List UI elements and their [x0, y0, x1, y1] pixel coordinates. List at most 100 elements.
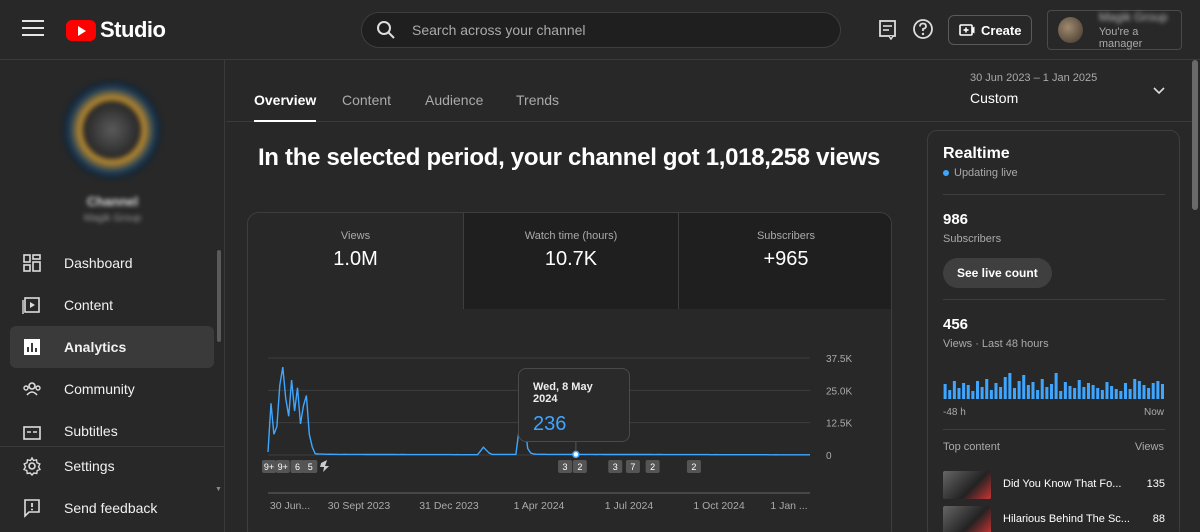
search-input[interactable]: [412, 22, 840, 38]
channel-avatar[interactable]: [62, 80, 162, 180]
top-content-item[interactable]: Did You Know That Fo... 135: [943, 471, 1165, 499]
account-switcher[interactable]: Magik Group You're a manager: [1047, 10, 1182, 50]
realtime-bar: [999, 387, 1003, 399]
realtime-bar: [1147, 388, 1151, 399]
y-tick-label: 12.5K: [826, 419, 852, 430]
date-range-picker[interactable]: 30 Jun 2023 – 1 Jan 2025 Custom: [970, 72, 1170, 112]
sidebar-item-label: Subtitles: [64, 423, 118, 439]
realtime-axis-end: Now: [1143, 407, 1164, 418]
realtime-bar: [1137, 381, 1141, 399]
tab-content[interactable]: Content: [342, 92, 391, 122]
realtime-status: Updating live: [943, 167, 1018, 179]
realtime-bar: [1045, 387, 1049, 399]
top-content-views-label: Views: [1134, 441, 1164, 453]
menu-icon[interactable]: [22, 20, 44, 40]
sidebar-item-dashboard[interactable]: Dashboard: [10, 242, 214, 284]
tab-audience[interactable]: Audience: [425, 92, 483, 122]
realtime-bar: [1086, 383, 1090, 399]
metric-value: +965: [763, 248, 809, 270]
dashboard-icon: [23, 254, 41, 272]
subtitles-feedback-icon[interactable]: [877, 18, 899, 40]
see-live-count-button[interactable]: See live count: [943, 258, 1052, 288]
analytics-icon: [24, 339, 40, 355]
x-tick-label: 1 Jan ...: [770, 500, 807, 512]
realtime-bar: [1040, 379, 1044, 399]
live-dot-icon: [943, 170, 949, 176]
youtube-logo-icon: [66, 19, 96, 41]
realtime-bar: [1077, 380, 1081, 399]
upload-marker-count: 2: [577, 462, 582, 472]
realtime-bar: [975, 381, 979, 399]
divider: [943, 429, 1165, 430]
page-headline: In the selected period, your channel got…: [257, 144, 881, 171]
upload-marker-count: 2: [691, 462, 696, 472]
video-thumbnail: [943, 471, 991, 499]
realtime-bar: [1160, 384, 1164, 399]
realtime-bar: [957, 388, 961, 399]
realtime-views-label: Views · Last 48 hours: [943, 338, 1049, 350]
app-name: Studio: [100, 17, 166, 42]
realtime-bar: [994, 383, 998, 399]
date-range-preset: Custom: [970, 90, 1019, 106]
divider: [943, 299, 1165, 300]
realtime-bar: [989, 390, 993, 399]
tab-overview[interactable]: Overview: [254, 92, 317, 122]
realtime-subscribers-label: Subscribers: [943, 233, 1002, 245]
realtime-bar: [1119, 391, 1123, 399]
realtime-bar: [962, 383, 966, 399]
scroll-down-icon[interactable]: ▼: [215, 486, 222, 493]
upload-marker-count: 3: [613, 462, 618, 472]
upload-marker-count: 9+: [278, 462, 288, 472]
account-role: You're a manager: [1098, 26, 1143, 50]
sidebar-item-analytics[interactable]: Analytics: [10, 326, 214, 368]
realtime-bar: [966, 385, 970, 399]
sidebar-item-settings[interactable]: Settings: [10, 445, 214, 487]
tooltip-date: Wed, 8 May 2024: [533, 381, 593, 405]
realtime-bar: [1031, 382, 1035, 399]
top-content-item[interactable]: Hilarious Behind The Sc... 88: [943, 506, 1165, 532]
realtime-bar: [980, 387, 984, 399]
studio-logo[interactable]: Studio: [66, 16, 166, 44]
channel-name: Channel: [86, 194, 139, 209]
video-title: Hilarious Behind The Sc...: [1003, 513, 1130, 525]
realtime-bar: [1022, 375, 1026, 399]
realtime-bar: [1105, 382, 1109, 399]
tab-trends[interactable]: Trends: [516, 92, 559, 122]
y-tick-label: 0: [826, 451, 832, 462]
video-views: 88: [1152, 513, 1165, 525]
search-bar[interactable]: [361, 12, 841, 48]
x-tick-label: 1 Apr 2024: [514, 500, 565, 512]
metric-label: Subscribers: [756, 230, 816, 242]
realtime-bar: [1082, 387, 1086, 399]
realtime-bar: [1008, 373, 1012, 399]
metric-tab-watch-time[interactable]: Watch time (hours) 10.7K: [463, 213, 678, 309]
metric-value: 10.7K: [544, 248, 598, 270]
help-icon[interactable]: [912, 18, 934, 40]
metric-tab-subscribers[interactable]: Subscribers +965: [678, 213, 891, 309]
realtime-card: Realtime Updating live 986 Subscribers S…: [927, 130, 1180, 532]
realtime-bar: [943, 384, 947, 399]
create-button[interactable]: Create: [948, 15, 1032, 45]
realtime-bar-chart[interactable]: [943, 371, 1165, 399]
sidebar-item-community[interactable]: Community: [10, 368, 214, 410]
realtime-bar: [971, 391, 975, 399]
y-tick-label: 25.0K: [826, 386, 852, 397]
realtime-bar: [1133, 379, 1137, 399]
upload-marker-count: 7: [630, 462, 635, 472]
divider: [943, 194, 1165, 195]
sidebar-item-send-feedback[interactable]: Send feedback: [10, 487, 214, 529]
realtime-bar: [1063, 382, 1067, 399]
content-icon: [22, 297, 40, 314]
sidebar-scrollbar[interactable]: [217, 250, 221, 342]
sidebar-item-content[interactable]: Content: [10, 284, 214, 326]
realtime-bar: [1123, 383, 1127, 399]
metric-tab-views[interactable]: Views 1.0M: [248, 213, 463, 309]
gear-icon: [22, 456, 42, 476]
page-scrollbar[interactable]: [1192, 60, 1198, 210]
tooltip-value: 236: [533, 413, 567, 435]
community-icon: [23, 382, 41, 396]
avatar: [1058, 17, 1083, 43]
realtime-bar: [1110, 386, 1114, 399]
realtime-bar: [1036, 390, 1040, 399]
sidebar-item-subtitles[interactable]: Subtitles: [10, 410, 214, 446]
